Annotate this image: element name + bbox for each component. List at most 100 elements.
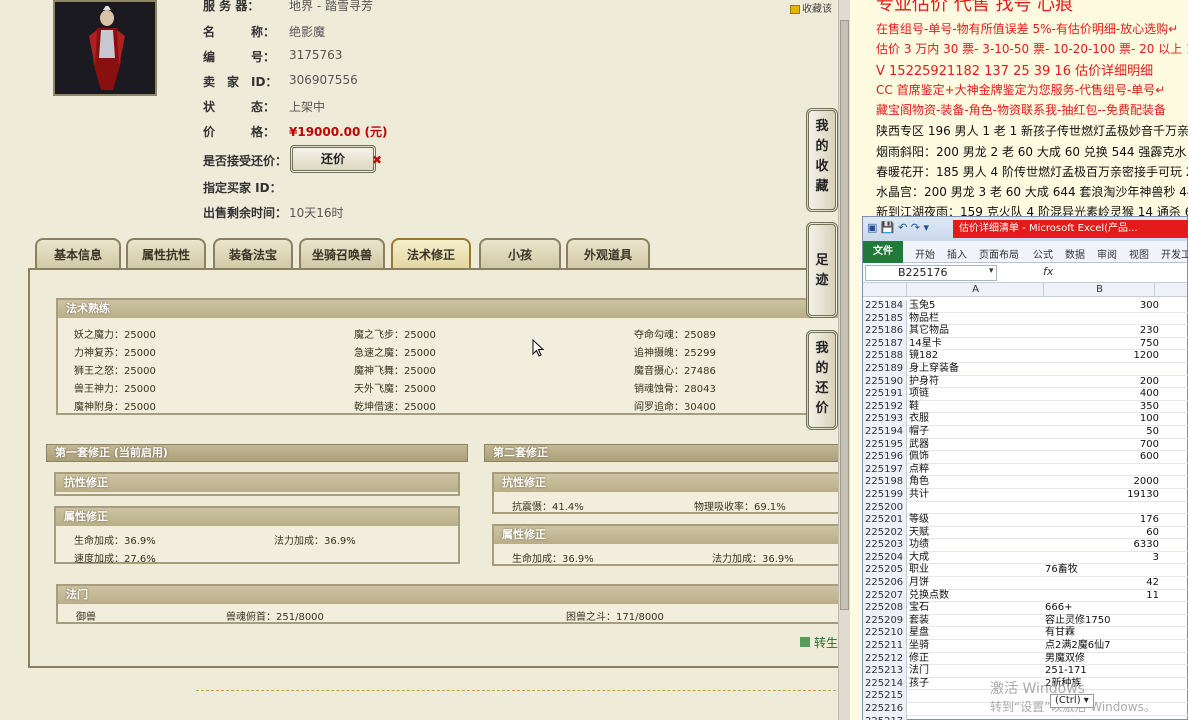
- sheet-row[interactable]: 225204 大成 3: [863, 551, 1188, 565]
- cell-a[interactable]: 套装: [909, 615, 929, 628]
- row-number[interactable]: 225201: [863, 514, 907, 527]
- cell-a[interactable]: 天赋: [909, 527, 929, 540]
- column-header-b[interactable]: B: [1045, 283, 1155, 297]
- sheet-row[interactable]: 225207 兑换点数 11: [863, 589, 1188, 603]
- select-all-corner[interactable]: [863, 283, 907, 297]
- cell-b[interactable]: 男魔双修: [1045, 653, 1085, 666]
- sheet-row[interactable]: 225212 修正 男魔双修: [863, 652, 1188, 666]
- row-number[interactable]: 225196: [863, 451, 907, 464]
- cell-b[interactable]: 6330: [1134, 539, 1159, 552]
- tab-child[interactable]: 小孩: [479, 238, 561, 270]
- cell-a[interactable]: 玉兔5: [909, 300, 935, 313]
- cell-a[interactable]: 功绩: [909, 539, 929, 552]
- my-counter-offers-button[interactable]: 我的还价: [806, 330, 838, 430]
- cell-b[interactable]: 200: [1140, 376, 1159, 389]
- cell-b[interactable]: 300: [1140, 300, 1159, 313]
- sheet-row[interactable]: 225197 点粹: [863, 463, 1188, 477]
- row-number[interactable]: 225204: [863, 551, 907, 565]
- sheet-row[interactable]: 225210 星盘 有甘霖: [863, 627, 1188, 641]
- row-number[interactable]: 225213: [863, 665, 907, 678]
- cell-a[interactable]: 修正: [909, 653, 929, 666]
- sheet-row[interactable]: 225201 等级 176: [863, 514, 1188, 527]
- footprint-button[interactable]: 足迹: [806, 222, 838, 318]
- sheet-row[interactable]: 225196 佩饰 600: [863, 451, 1188, 464]
- row-number[interactable]: 225211: [863, 640, 907, 653]
- scrollbar-thumb[interactable]: [840, 20, 849, 610]
- cell-a[interactable]: 法门: [909, 665, 929, 678]
- cell-b[interactable]: 750: [1140, 338, 1159, 351]
- ribbon-tab[interactable]: 插入: [947, 246, 967, 261]
- ribbon-tab[interactable]: 开始: [915, 246, 935, 261]
- cell-b[interactable]: 3: [1153, 552, 1159, 565]
- cell-b[interactable]: 350: [1140, 401, 1159, 414]
- cell-a[interactable]: 镜182: [909, 350, 938, 363]
- cell-b[interactable]: 666+: [1045, 602, 1072, 615]
- row-number[interactable]: 225189: [863, 362, 907, 376]
- cell-a[interactable]: 佩饰: [909, 451, 929, 464]
- tab-appearance[interactable]: 外观道具: [566, 238, 650, 270]
- tab-basic-info[interactable]: 基本信息: [35, 238, 121, 270]
- sheet-row[interactable]: 225208 宝石 666+: [863, 602, 1188, 615]
- row-number[interactable]: 225185: [863, 312, 907, 326]
- cell-a[interactable]: 鞋: [909, 401, 919, 414]
- row-number[interactable]: 225192: [863, 400, 907, 414]
- sheet-grid[interactable]: 225184 玉兔5 300 225185 物品栏 225186 其它物品 230 225187…: [863, 300, 1188, 720]
- row-number[interactable]: 225208: [863, 602, 907, 615]
- cell-a[interactable]: 职业: [909, 564, 929, 577]
- row-number[interactable]: 225190: [863, 375, 907, 389]
- cell-b[interactable]: 11: [1146, 590, 1159, 603]
- cell-b[interactable]: 2000: [1134, 476, 1159, 489]
- cell-b[interactable]: 容止灵修1750: [1045, 615, 1110, 628]
- tab-mounts[interactable]: 坐骑召唤兽: [299, 238, 385, 270]
- ribbon-tab[interactable]: 审阅: [1097, 246, 1117, 261]
- sheet-row[interactable]: 225190 护身符 200: [863, 375, 1188, 389]
- cell-b[interactable]: 100: [1140, 413, 1159, 426]
- sheet-row[interactable]: 225206 月饼 42: [863, 577, 1188, 590]
- paste-options-button[interactable]: (Ctrl) ▾: [1050, 694, 1094, 708]
- cell-a[interactable]: 武器: [909, 439, 929, 452]
- sheet-row[interactable]: 225187 14星卡 750: [863, 337, 1188, 351]
- cell-a[interactable]: 其它物品: [909, 325, 949, 338]
- sheet-row[interactable]: 225211 坐骑 点2满2魔6仙7: [863, 640, 1188, 653]
- cell-a[interactable]: 项链: [909, 388, 929, 401]
- row-number[interactable]: 225206: [863, 577, 907, 590]
- cell-b[interactable]: 700: [1140, 439, 1159, 452]
- cell-b[interactable]: 1200: [1134, 350, 1159, 363]
- cell-a[interactable]: 护身符: [909, 376, 939, 389]
- row-number[interactable]: 225210: [863, 627, 907, 641]
- row-number[interactable]: 225200: [863, 501, 907, 515]
- my-favorites-button[interactable]: 我的收藏: [806, 108, 838, 212]
- cell-a[interactable]: 身上穿装备: [909, 363, 959, 376]
- row-number[interactable]: 225212: [863, 652, 907, 666]
- row-number[interactable]: 225186: [863, 325, 907, 338]
- row-number[interactable]: 225214: [863, 677, 907, 691]
- counter-offer-button[interactable]: 还价 ✖: [290, 145, 382, 173]
- cell-a[interactable]: 星盘: [909, 627, 929, 640]
- add-favorite-link[interactable]: 收藏该: [790, 0, 832, 15]
- ribbon-tab[interactable]: 页面布局: [979, 246, 1019, 261]
- cell-a[interactable]: 物品栏: [909, 313, 939, 326]
- row-number[interactable]: 225184: [863, 300, 907, 313]
- cell-b[interactable]: 251-171: [1045, 665, 1087, 678]
- row-number[interactable]: 225187: [863, 337, 907, 351]
- sheet-row[interactable]: 225203 功绩 6330: [863, 539, 1188, 552]
- sheet-row[interactable]: 225217: [863, 715, 1188, 720]
- cell-b[interactable]: 有甘霖: [1045, 627, 1075, 640]
- cell-b[interactable]: 42: [1146, 577, 1159, 590]
- row-number[interactable]: 225198: [863, 476, 907, 489]
- cell-a[interactable]: 大成: [909, 552, 929, 565]
- row-number[interactable]: 225207: [863, 589, 907, 603]
- page-scrollbar[interactable]: [838, 0, 850, 720]
- cell-a[interactable]: 兑换点数: [909, 590, 949, 603]
- sheet-row[interactable]: 225198 角色 2000: [863, 476, 1188, 489]
- row-number[interactable]: 225194: [863, 425, 907, 439]
- sheet-row[interactable]: 225205 职业 76畜牧: [863, 564, 1188, 578]
- row-number[interactable]: 225199: [863, 488, 907, 502]
- row-number[interactable]: 225203: [863, 539, 907, 552]
- row-number[interactable]: 225197: [863, 463, 907, 477]
- row-number[interactable]: 225202: [863, 526, 907, 540]
- cell-a[interactable]: 孩子: [909, 678, 929, 691]
- tab-equipment[interactable]: 装备法宝: [213, 238, 293, 270]
- sheet-row[interactable]: 225195 武器 700: [863, 438, 1188, 452]
- cell-a[interactable]: 点粹: [909, 464, 929, 477]
